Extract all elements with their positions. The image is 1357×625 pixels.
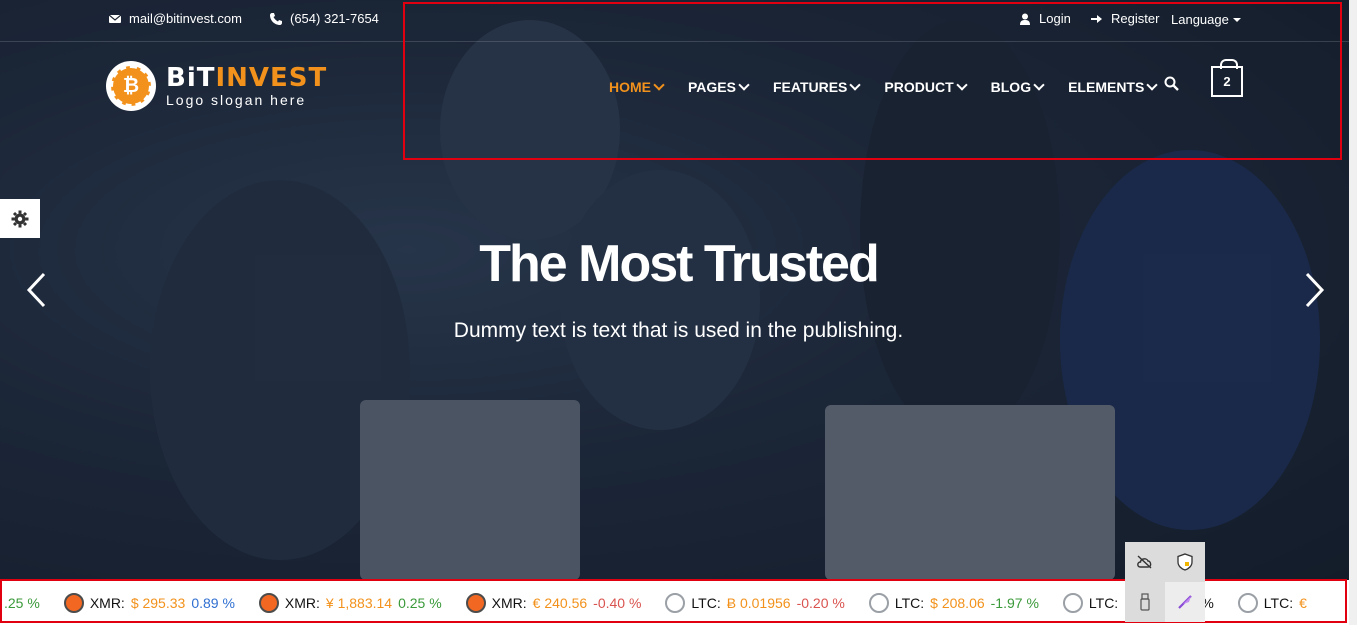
hero-title: The Most Trusted [479, 235, 879, 293]
site-logo[interactable]: ₿ BiTINVEST Logo slogan here [106, 61, 327, 111]
logo-slogan: Logo slogan here [166, 92, 307, 108]
feather-pen-icon [1178, 595, 1192, 609]
cloud-off-button[interactable] [1125, 542, 1165, 582]
email-text: mail@bitinvest.com [129, 11, 242, 26]
settings-button[interactable] [0, 199, 40, 238]
shield-button[interactable] [1165, 542, 1205, 582]
cloud-off-icon [1137, 555, 1152, 569]
hero-subtitle: Dummy text is text that is used in the p… [453, 319, 904, 342]
gear-icon [11, 210, 29, 227]
phone-text: (654) 321-7654 [290, 11, 379, 26]
phone-icon [270, 12, 282, 25]
highlight-box-header [403, 2, 1342, 160]
brand-name: BiTINVEST [166, 63, 328, 93]
browser-extension-widget [1125, 542, 1205, 622]
page-scrollbar[interactable] [1349, 0, 1357, 625]
shield-icon [1177, 553, 1193, 571]
bitcoin-logo-icon: ₿ [106, 61, 156, 111]
clipboard-button[interactable] [1125, 582, 1165, 622]
usb-icon [1140, 593, 1150, 611]
email-contact[interactable]: mail@bitinvest.com [109, 11, 242, 26]
pen-button[interactable] [1165, 582, 1205, 622]
envelope-icon [109, 14, 121, 23]
phone-contact[interactable]: (654) 321-7654 [270, 11, 379, 26]
